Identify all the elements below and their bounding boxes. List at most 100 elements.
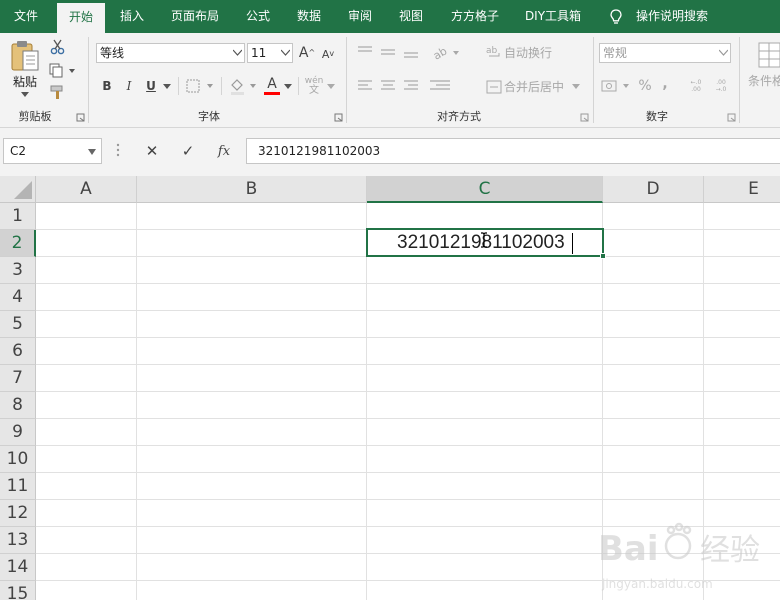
row-header-1[interactable]: 1 bbox=[0, 203, 36, 230]
conditional-formatting-icon[interactable] bbox=[757, 41, 780, 69]
wrap-text-button[interactable]: 自动换行 bbox=[504, 45, 552, 61]
italic-button[interactable]: I bbox=[121, 77, 137, 95]
paste-icon[interactable] bbox=[9, 39, 41, 73]
gridline bbox=[36, 337, 780, 338]
insert-function-button[interactable]: fx bbox=[211, 138, 237, 164]
number-format-box[interactable]: 常规 bbox=[599, 43, 731, 63]
column-header-c[interactable]: C bbox=[367, 176, 603, 203]
row-header-6[interactable]: 6 bbox=[0, 338, 36, 365]
row-header-10[interactable]: 10 bbox=[0, 446, 36, 473]
select-all-corner[interactable] bbox=[0, 176, 36, 203]
select-all-triangle-icon bbox=[14, 181, 32, 199]
paste-chevron-down-icon[interactable] bbox=[21, 92, 29, 97]
text-cursor bbox=[572, 233, 573, 254]
font-size-box[interactable]: 11 bbox=[247, 43, 293, 63]
column-header-d[interactable]: D bbox=[603, 176, 704, 203]
tab-page-layout[interactable]: 页面布局 bbox=[160, 0, 230, 33]
shrink-font-button[interactable]: Av bbox=[320, 46, 336, 62]
borders-icon[interactable] bbox=[186, 79, 216, 93]
row-header-11[interactable]: 11 bbox=[0, 473, 36, 500]
chevron-down-icon[interactable] bbox=[719, 49, 728, 56]
tab-file[interactable]: 文件 bbox=[0, 0, 52, 33]
tab-formulas[interactable]: 公式 bbox=[236, 0, 280, 33]
gridline bbox=[36, 364, 780, 365]
accounting-format-icon[interactable] bbox=[601, 78, 633, 94]
chevron-down-icon[interactable] bbox=[281, 49, 290, 56]
tab-insert[interactable]: 插入 bbox=[110, 0, 154, 33]
ibeam-cursor-icon bbox=[481, 232, 487, 248]
cancel-button[interactable]: ✕ bbox=[139, 138, 165, 164]
fill-handle[interactable] bbox=[600, 253, 606, 259]
separator bbox=[221, 77, 222, 95]
increase-decimal-button[interactable]: ←.0 .00 bbox=[686, 78, 706, 94]
phonetic-chevron-down-icon[interactable] bbox=[327, 84, 335, 89]
tab-home[interactable]: 开始 bbox=[57, 3, 105, 33]
wrap-text-icon[interactable]: ab bbox=[486, 44, 502, 60]
lightbulb-icon[interactable] bbox=[609, 9, 623, 25]
font-color-chevron-down-icon[interactable] bbox=[284, 84, 292, 89]
cut-icon[interactable] bbox=[50, 39, 65, 55]
gridline bbox=[36, 499, 780, 500]
format-painter-icon[interactable] bbox=[50, 85, 66, 100]
comma-button[interactable]: , bbox=[659, 75, 671, 93]
column-header-b[interactable]: B bbox=[137, 176, 367, 203]
row-header-14[interactable]: 14 bbox=[0, 554, 36, 581]
merge-chevron-down-icon[interactable] bbox=[572, 84, 580, 89]
chevron-down-icon[interactable] bbox=[233, 49, 242, 56]
font-color-swatch bbox=[264, 92, 280, 95]
underline-chevron-down-icon[interactable] bbox=[163, 84, 171, 89]
merge-center-icon[interactable] bbox=[486, 80, 502, 94]
group-divider bbox=[346, 37, 347, 123]
vertical-align-icons[interactable] bbox=[356, 45, 426, 59]
svg-text:ab: ab bbox=[486, 46, 498, 56]
row-header-8[interactable]: 8 bbox=[0, 392, 36, 419]
font-group-label: 字体 bbox=[198, 110, 220, 123]
tab-review[interactable]: 审阅 bbox=[338, 0, 382, 33]
grow-font-button[interactable]: A ^ bbox=[298, 44, 316, 62]
row-header-3[interactable]: 3 bbox=[0, 257, 36, 284]
alignment-launcher-icon[interactable] bbox=[580, 113, 589, 122]
underline-button[interactable]: U bbox=[143, 77, 159, 95]
name-box[interactable]: C2 bbox=[3, 138, 102, 164]
fill-color-icon[interactable] bbox=[229, 77, 259, 95]
row-header-5[interactable]: 5 bbox=[0, 311, 36, 338]
more-options-icon[interactable] bbox=[116, 142, 120, 158]
row-header-15[interactable]: 15 bbox=[0, 581, 36, 600]
column-header-e[interactable]: E bbox=[704, 176, 780, 203]
tab-diy-toolbox[interactable]: DIY工具箱 bbox=[516, 0, 590, 33]
row-header-12[interactable]: 12 bbox=[0, 500, 36, 527]
formula-input[interactable]: 3210121981102003 bbox=[246, 138, 780, 164]
paste-label[interactable]: 粘贴 bbox=[10, 73, 40, 90]
conditional-formatting-button[interactable]: 条件格 bbox=[748, 73, 780, 89]
row-header-13[interactable]: 13 bbox=[0, 527, 36, 554]
font-launcher-icon[interactable] bbox=[334, 113, 343, 122]
chevron-down-icon[interactable] bbox=[88, 149, 96, 155]
font-color-button[interactable]: A bbox=[264, 77, 280, 91]
enter-button[interactable]: ✓ bbox=[175, 138, 201, 164]
font-name-box[interactable]: 等线 bbox=[96, 43, 245, 63]
percent-button[interactable]: % bbox=[637, 77, 653, 95]
font-name-value: 等线 bbox=[100, 46, 125, 60]
horizontal-align-icons[interactable] bbox=[356, 79, 452, 93]
merge-center-button[interactable]: 合并后居中 bbox=[504, 79, 564, 95]
alignment-group-label: 对齐方式 bbox=[437, 110, 481, 123]
row-header-7[interactable]: 7 bbox=[0, 365, 36, 392]
row-header-2[interactable]: 2 bbox=[0, 230, 36, 257]
tab-fangfang-gezi[interactable]: 方方格子 bbox=[440, 0, 510, 33]
tab-view[interactable]: 视图 bbox=[389, 0, 433, 33]
row-header-9[interactable]: 9 bbox=[0, 419, 36, 446]
tell-me-search[interactable]: 操作说明搜索 bbox=[636, 0, 708, 33]
tab-data[interactable]: 数据 bbox=[287, 0, 331, 33]
bold-button[interactable]: B bbox=[99, 77, 115, 95]
clipboard-launcher-icon[interactable] bbox=[76, 113, 85, 122]
decrease-decimal-button[interactable]: .00 →.0 bbox=[711, 78, 731, 94]
orientation-icon[interactable]: ab bbox=[432, 43, 462, 61]
group-divider bbox=[593, 37, 594, 123]
column-header-a[interactable]: A bbox=[36, 176, 137, 203]
row-header-4[interactable]: 4 bbox=[0, 284, 36, 311]
number-launcher-icon[interactable] bbox=[727, 113, 736, 122]
menu-bar: 文件 开始 插入 页面布局 公式 数据 审阅 视图 方方格子 DIY工具箱 操作… bbox=[0, 0, 780, 33]
copy-icon[interactable] bbox=[49, 63, 77, 78]
gridline bbox=[136, 203, 137, 600]
phonetic-guide-button[interactable]: wén 文 bbox=[305, 76, 324, 96]
